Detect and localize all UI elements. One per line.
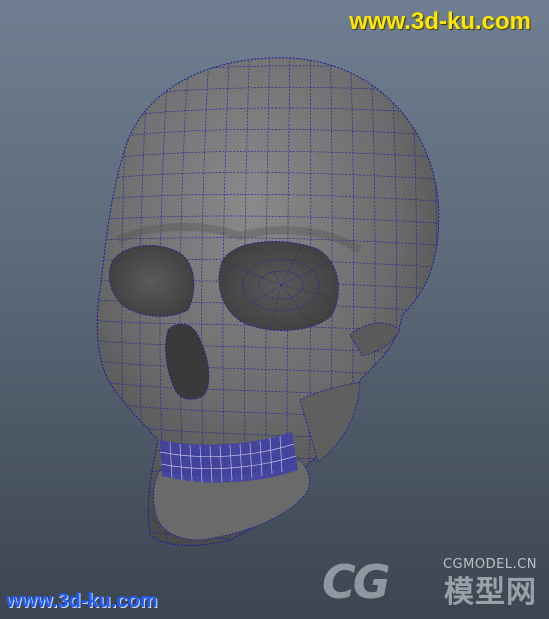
watermark-top: www.3d-ku.com xyxy=(349,8,531,35)
cgmodel-logo: CG CGMODEL.CN 模型网 xyxy=(322,555,537,611)
right-eye-socket xyxy=(218,240,339,331)
skull-wireframe-icon xyxy=(96,57,440,546)
cg-letters: CG xyxy=(322,555,390,609)
watermark-bottom: www.3d-ku.com xyxy=(6,590,158,612)
cg-chinese-text: 模型网 xyxy=(444,575,537,610)
3d-viewport[interactable] xyxy=(0,0,549,619)
